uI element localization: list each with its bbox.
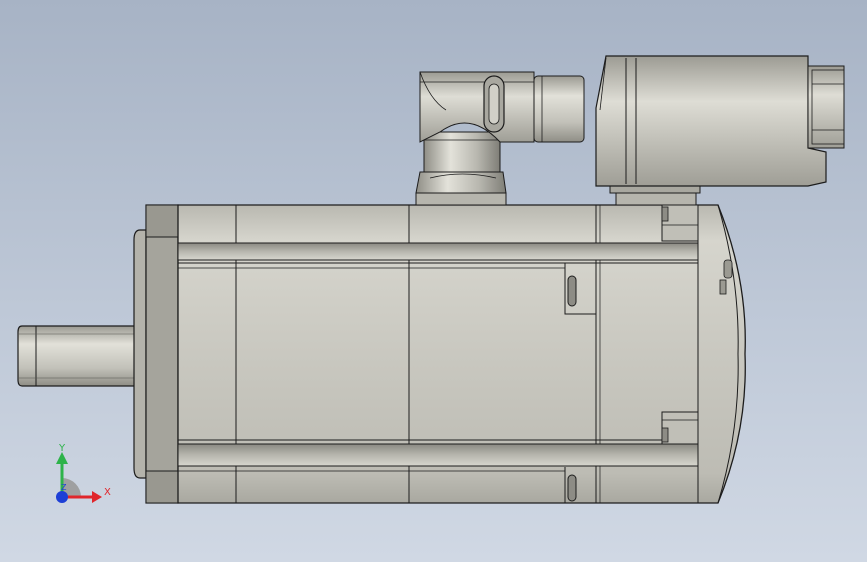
cad-viewport[interactable]: Y X Z [0,0,867,562]
y-axis-label: Y [59,443,66,454]
power-connector[interactable] [415,71,585,206]
motor-shaft[interactable] [17,325,137,387]
z-axis-label: Z [61,483,67,492]
coordinate-triad: Y X Z [40,440,120,510]
x-axis-label: X [104,487,111,498]
encoder-connector[interactable] [595,55,845,206]
motor-flange[interactable] [133,204,179,504]
servo-motor-model[interactable] [0,0,867,562]
motor-body[interactable] [177,204,746,504]
